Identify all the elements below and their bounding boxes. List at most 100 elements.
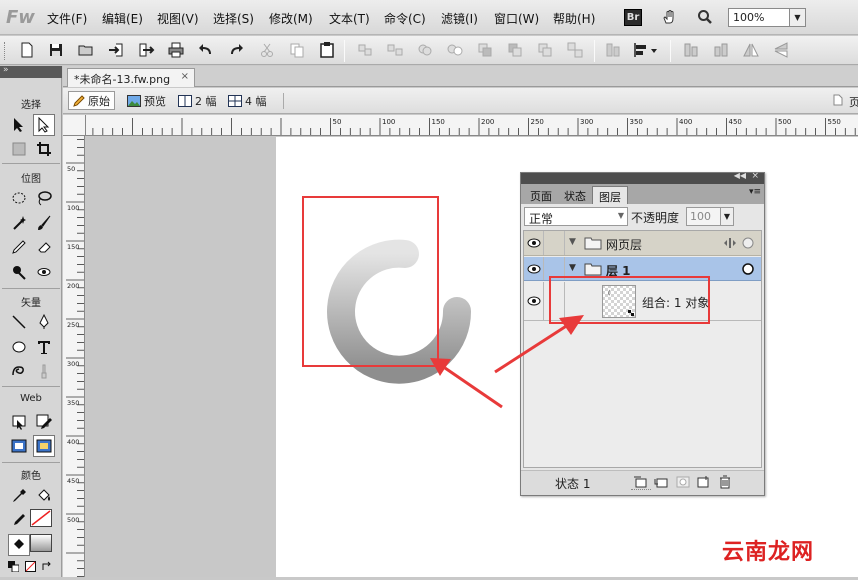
no-stroke-icon[interactable] xyxy=(25,561,36,572)
group-icon[interactable] xyxy=(356,41,374,59)
eye-icon[interactable] xyxy=(524,231,544,255)
save-icon[interactable] xyxy=(47,41,65,59)
split-icon[interactable] xyxy=(446,41,464,59)
blur-tool-icon[interactable] xyxy=(8,261,30,283)
paste-icon[interactable] xyxy=(318,41,336,59)
pencil-tool-icon[interactable] xyxy=(8,236,30,258)
rotate-icon[interactable] xyxy=(682,41,700,59)
opacity-input[interactable]: 100 xyxy=(686,207,722,226)
menu-view[interactable]: 视图(V) xyxy=(157,10,199,27)
bring-front-icon[interactable] xyxy=(476,41,494,59)
menu-modify[interactable]: 修改(M) xyxy=(269,10,313,27)
menu-window[interactable]: 窗口(W) xyxy=(494,10,539,27)
eye-icon[interactable] xyxy=(524,282,544,320)
ungroup-icon[interactable] xyxy=(386,41,404,59)
send-backward-icon[interactable] xyxy=(536,41,554,59)
expand-triangle-icon[interactable]: ▼ xyxy=(569,237,576,247)
import-icon[interactable] xyxy=(107,41,125,59)
fill-color-swatch[interactable] xyxy=(30,534,52,552)
menu-edit[interactable]: 编辑(E) xyxy=(102,10,143,27)
text-tool-icon[interactable] xyxy=(33,336,55,358)
open-folder-icon[interactable] xyxy=(77,41,95,59)
expand-triangle-icon[interactable]: ▼ xyxy=(569,263,576,273)
close-panel-icon[interactable]: × xyxy=(751,171,759,181)
join-icon[interactable] xyxy=(416,41,434,59)
flip-horizontal-icon[interactable] xyxy=(742,41,760,59)
new-layer-icon[interactable] xyxy=(697,476,711,488)
hotspot-tool-icon[interactable] xyxy=(8,411,30,433)
menu-text[interactable]: 文本(T) xyxy=(329,10,370,27)
bring-forward-icon[interactable] xyxy=(506,41,524,59)
fill-color-bucket-icon[interactable] xyxy=(8,534,30,556)
view-4up-button[interactable]: 4 幅 xyxy=(224,91,271,110)
pen-tool-icon[interactable] xyxy=(33,311,55,333)
stroke-color-pencil-icon[interactable] xyxy=(8,509,30,531)
lasso-tool-icon[interactable] xyxy=(33,187,55,209)
swap-colors-icon[interactable] xyxy=(42,561,53,572)
view-original-button[interactable]: 原始 xyxy=(68,91,115,110)
subselection-tool-icon[interactable] xyxy=(33,114,55,136)
undo-icon[interactable] xyxy=(197,41,215,59)
trash-icon[interactable] xyxy=(719,475,731,489)
close-icon[interactable]: × xyxy=(181,71,189,82)
brush-tool-icon[interactable] xyxy=(33,212,55,234)
hand-tool-icon[interactable] xyxy=(658,6,680,28)
share-layer-icon[interactable] xyxy=(633,476,647,488)
freeform-tool-icon[interactable] xyxy=(8,360,30,382)
blend-mode-select[interactable]: 正常 ▼ xyxy=(524,207,628,226)
view-2up-button[interactable]: 2 幅 xyxy=(174,91,221,110)
collapse-icon[interactable]: » xyxy=(3,65,9,75)
eye-icon[interactable] xyxy=(524,257,544,280)
document-tab[interactable]: *未命名-13.fw.png × xyxy=(67,68,195,87)
slice-tool-icon[interactable] xyxy=(33,411,55,433)
align-dropdown-icon[interactable] xyxy=(632,41,660,59)
chevron-down-icon[interactable]: ▼ xyxy=(720,207,734,226)
menu-filters[interactable]: 滤镜(I) xyxy=(441,10,478,27)
panel-menu-icon[interactable]: ▾≡ xyxy=(749,187,761,197)
stroke-color-swatch[interactable] xyxy=(30,509,52,527)
layer-row-web[interactable]: ▼ 网页层 xyxy=(524,231,761,256)
new-sublayer-icon[interactable] xyxy=(654,476,668,488)
copy-icon[interactable] xyxy=(288,41,306,59)
resize-grip[interactable] xyxy=(631,489,651,492)
default-colors-icon[interactable] xyxy=(8,561,19,572)
show-slices-icon[interactable] xyxy=(33,435,55,457)
tab-states[interactable]: 状态 xyxy=(558,186,592,204)
tab-pages[interactable]: 页面 xyxy=(524,186,558,204)
crop-tool-icon[interactable] xyxy=(33,138,55,160)
menu-help[interactable]: 帮助(H) xyxy=(553,10,595,27)
pointer-tool-icon[interactable] xyxy=(8,114,30,136)
rotate-ccw-icon[interactable] xyxy=(712,41,730,59)
hide-slices-icon[interactable] xyxy=(8,435,30,457)
magic-wand-tool-icon[interactable] xyxy=(8,212,30,234)
menu-commands[interactable]: 命令(C) xyxy=(384,10,426,27)
paint-bucket-tool-icon[interactable] xyxy=(33,485,55,507)
menu-select[interactable]: 选择(S) xyxy=(213,10,254,27)
zoom-icon[interactable] xyxy=(694,6,716,28)
print-icon[interactable] xyxy=(167,41,185,59)
viewbar-right[interactable]: 页 xyxy=(833,94,858,110)
export-icon[interactable] xyxy=(137,41,155,59)
collapse-panel-icon[interactable]: ◀◀ xyxy=(734,171,746,180)
mask-icon[interactable] xyxy=(676,476,690,488)
bridge-button[interactable]: Br xyxy=(622,6,644,28)
marquee-tool-icon[interactable] xyxy=(8,187,30,209)
layer-circle-icon[interactable] xyxy=(742,237,754,249)
distribute-icon[interactable] xyxy=(604,41,622,59)
knife-tool-icon[interactable] xyxy=(33,360,55,382)
lock-cell[interactable] xyxy=(545,231,565,255)
eyedropper-tool-icon[interactable] xyxy=(8,485,30,507)
scale-tool-icon[interactable] xyxy=(8,138,30,160)
menu-file[interactable]: 文件(F) xyxy=(47,10,87,27)
layer-circle-icon[interactable] xyxy=(742,263,754,275)
eraser-tool-icon[interactable] xyxy=(33,236,55,258)
ellipse-tool-icon[interactable] xyxy=(8,336,30,358)
cut-icon[interactable] xyxy=(258,41,276,59)
line-tool-icon[interactable] xyxy=(8,311,30,333)
view-preview-button[interactable]: 预览 xyxy=(123,91,170,110)
send-back-icon[interactable] xyxy=(566,41,584,59)
red-eye-tool-icon[interactable] xyxy=(33,261,55,283)
new-document-icon[interactable] xyxy=(18,41,36,59)
tab-layers[interactable]: 图层 xyxy=(592,186,628,204)
flip-vertical-icon[interactable] xyxy=(772,41,790,59)
